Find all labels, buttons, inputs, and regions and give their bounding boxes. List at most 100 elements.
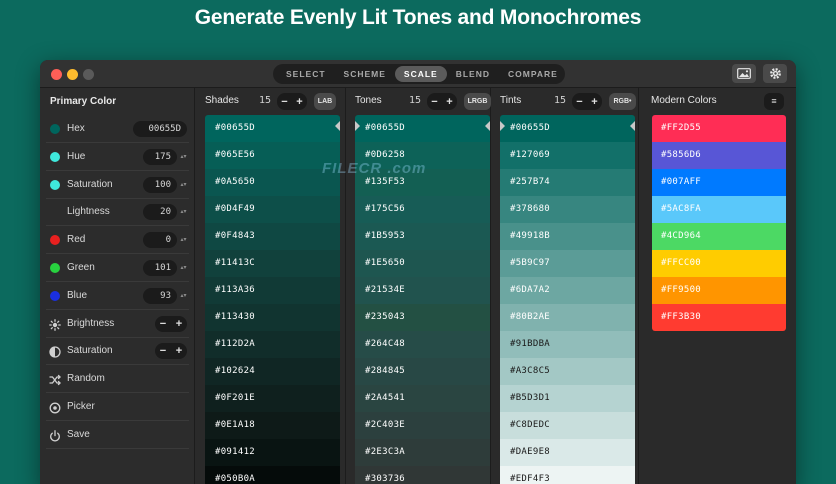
color-swatch[interactable]: #2A4541: [355, 385, 490, 412]
color-swatch[interactable]: #6DA7A2: [500, 277, 635, 304]
color-swatch[interactable]: #2E3C3A: [355, 439, 490, 466]
color-swatch[interactable]: #175C56: [355, 196, 490, 223]
color-swatch[interactable]: #91BDBA: [500, 331, 635, 358]
color-swatch[interactable]: #80B2AE: [500, 304, 635, 331]
color-swatch[interactable]: #DAE9E8: [500, 439, 635, 466]
stepper-arrows-icon[interactable]: ▴▾: [180, 205, 187, 219]
sidebar-value-field[interactable]: 93: [143, 287, 177, 304]
sidebar-row-label: Saturation: [67, 345, 113, 357]
color-swatch[interactable]: #113A36: [205, 277, 340, 304]
decrease-button[interactable]: −: [576, 96, 582, 108]
decrease-button[interactable]: −: [431, 96, 437, 108]
color-swatch[interactable]: #EDF4F3: [500, 466, 635, 484]
color-swatch[interactable]: #11413C: [205, 250, 340, 277]
color-swatch[interactable]: #00655D: [205, 115, 340, 142]
sidebar-value-field[interactable]: 175: [143, 148, 177, 165]
color-swatch[interactable]: #0F4843: [205, 223, 340, 250]
color-swatch[interactable]: #102624: [205, 358, 340, 385]
stepper-arrows-icon[interactable]: ▴▾: [180, 261, 187, 275]
image-button[interactable]: [732, 64, 756, 83]
color-swatch[interactable]: #A3C8C5: [500, 358, 635, 385]
color-swatch[interactable]: #5B9C97: [500, 250, 635, 277]
color-swatch[interactable]: #0F201E: [205, 385, 340, 412]
tab-blend[interactable]: BLEND: [447, 66, 499, 82]
sidebar-value-field[interactable]: 0: [143, 232, 177, 249]
color-swatch[interactable]: #235043: [355, 304, 490, 331]
color-swatch[interactable]: #112D2A: [205, 331, 340, 358]
color-space-button[interactable]: LAB: [314, 93, 336, 110]
step-stepper: − +: [277, 93, 307, 110]
settings-button[interactable]: [763, 64, 787, 83]
color-swatch[interactable]: #00655D: [500, 115, 635, 142]
sidebar-row-picker[interactable]: Picker: [46, 394, 189, 421]
increase-button[interactable]: +: [296, 96, 302, 108]
decrease-button[interactable]: −: [160, 318, 166, 330]
color-swatch[interactable]: #1B5953: [355, 223, 490, 250]
color-space-button[interactable]: RGB•: [609, 93, 636, 110]
color-space-button[interactable]: LRGB: [464, 93, 491, 110]
color-dot-icon: [50, 179, 60, 190]
tab-compare[interactable]: COMPARE: [499, 66, 567, 82]
color-swatch[interactable]: #21534E: [355, 277, 490, 304]
tab-scale[interactable]: SCALE: [394, 66, 447, 82]
modern-color-swatch[interactable]: #007AFF: [652, 169, 786, 196]
color-swatch[interactable]: #2C403E: [355, 412, 490, 439]
color-swatch[interactable]: #257B74: [500, 169, 635, 196]
color-dot-icon: [50, 290, 60, 301]
color-swatch[interactable]: #065E56: [205, 142, 340, 169]
color-dot-icon: [50, 124, 60, 134]
color-swatch[interactable]: #1E5650: [355, 250, 490, 277]
modern-color-swatch[interactable]: #5856D6: [652, 142, 786, 169]
sidebar-row-hue: Hue 175 ▴▾: [46, 144, 189, 171]
modern-color-swatch[interactable]: #FF2D55: [652, 115, 786, 142]
stepper-arrows-icon[interactable]: ▴▾: [180, 150, 187, 164]
stepper-arrows-icon[interactable]: ▴▾: [180, 178, 187, 192]
modern-color-swatch[interactable]: #5AC8FA: [652, 196, 786, 223]
half-circle-icon: [49, 345, 61, 359]
stepper-arrows-icon[interactable]: ▴▾: [180, 289, 187, 303]
modern-color-swatch[interactable]: #FFCC00: [652, 250, 786, 277]
color-swatch[interactable]: #284845: [355, 358, 490, 385]
color-swatch[interactable]: #49918B: [500, 223, 635, 250]
color-swatch[interactable]: #C8DEDC: [500, 412, 635, 439]
modern-color-swatch[interactable]: #FF3B30: [652, 304, 786, 331]
sidebar-row-save[interactable]: Save: [46, 422, 189, 449]
menu-button[interactable]: ≡: [764, 93, 784, 110]
color-dot-icon: [50, 151, 60, 162]
increase-button[interactable]: +: [591, 96, 597, 108]
app-window: SELECT SCHEME SCALE BLEND COMPARE Primary Co…: [40, 60, 796, 484]
sidebar-value-field[interactable]: 101: [143, 260, 177, 276]
close-window-button[interactable]: [51, 69, 62, 80]
stepper-arrows-icon[interactable]: ▴▾: [180, 233, 187, 247]
sidebar-value-field[interactable]: 20: [143, 204, 177, 221]
sidebar-value-field[interactable]: 00655D: [133, 121, 187, 137]
decrease-button[interactable]: −: [281, 96, 287, 108]
color-swatch[interactable]: #0E1A18: [205, 412, 340, 439]
increase-button[interactable]: +: [176, 318, 182, 330]
color-swatch[interactable]: #113430: [205, 304, 340, 331]
color-swatch[interactable]: #303736: [355, 466, 490, 484]
color-dot-icon: [50, 263, 60, 273]
modern-color-swatch[interactable]: #4CD964: [652, 223, 786, 250]
decrease-button[interactable]: −: [160, 345, 166, 357]
step-count: 15: [259, 95, 272, 106]
modern-color-swatch[interactable]: #FF9500: [652, 277, 786, 304]
increase-button[interactable]: +: [176, 345, 182, 357]
tab-select[interactable]: SELECT: [277, 66, 335, 82]
minimize-window-button[interactable]: [67, 69, 78, 80]
tab-scheme[interactable]: SCHEME: [335, 66, 395, 82]
increase-button[interactable]: +: [446, 96, 452, 108]
sidebar-row-label: Red: [67, 234, 86, 246]
color-swatch[interactable]: #050B0A: [205, 466, 340, 484]
sidebar-row-random[interactable]: Random: [46, 366, 189, 394]
color-swatch[interactable]: #127069: [500, 142, 635, 169]
color-swatch[interactable]: #264C48: [355, 331, 490, 358]
zoom-window-button[interactable]: [83, 69, 94, 80]
color-swatch[interactable]: #00655D: [355, 115, 490, 142]
color-swatch[interactable]: #B5D3D1: [500, 385, 635, 412]
color-swatch[interactable]: #378680: [500, 196, 635, 223]
color-swatch[interactable]: #0A5650: [205, 169, 340, 196]
color-swatch[interactable]: #091412: [205, 439, 340, 466]
sidebar-value-field[interactable]: 100: [143, 176, 177, 193]
color-swatch[interactable]: #0D4F49: [205, 196, 340, 223]
